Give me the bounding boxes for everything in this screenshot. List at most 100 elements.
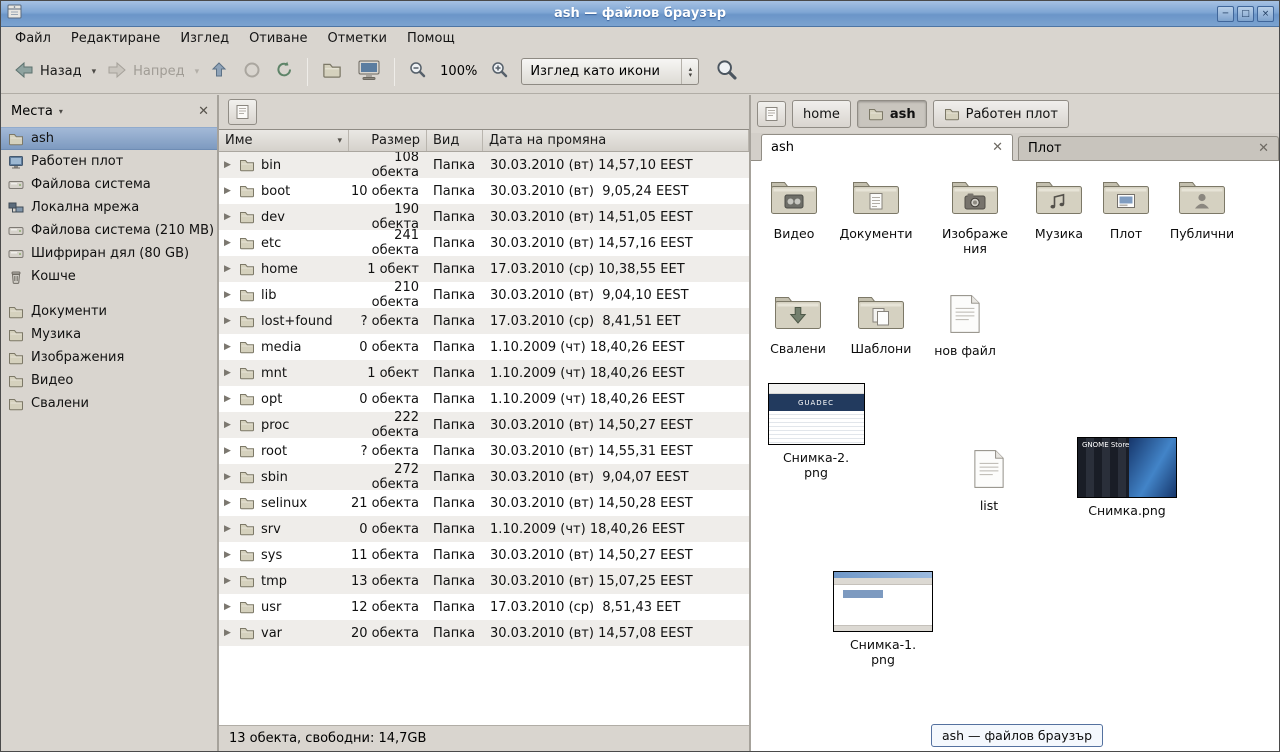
- menu-item[interactable]: Изглед: [170, 29, 239, 48]
- expander-icon[interactable]: ▶: [224, 160, 234, 170]
- table-row[interactable]: ▶tmp13 обектаПапка30.03.2010 (вт) 15,07,…: [219, 568, 749, 594]
- icon-view-item[interactable]: Изображения: [932, 177, 1018, 256]
- close-button[interactable]: ×: [1257, 6, 1274, 22]
- expander-icon[interactable]: ▶: [224, 472, 234, 482]
- expander-icon[interactable]: ▶: [224, 186, 234, 196]
- table-row[interactable]: ▶lost+found? обектаПапка17.03.2010 (ср) …: [219, 308, 749, 334]
- sidebar-item[interactable]: Видео: [1, 369, 217, 392]
- table-row[interactable]: ▶srv0 обектаПапка1.10.2009 (чт) 18,40,26…: [219, 516, 749, 542]
- sidebar-item[interactable]: Файлова система (210 MB): [1, 219, 217, 242]
- sidebar-item[interactable]: Свалени: [1, 392, 217, 415]
- pane-location-button[interactable]: [228, 99, 257, 125]
- expander-icon[interactable]: ▶: [224, 212, 234, 222]
- table-row[interactable]: ▶bin108 обектаПапка30.03.2010 (вт) 14,57…: [219, 152, 749, 178]
- expander-icon[interactable]: ▶: [224, 446, 234, 456]
- menu-item[interactable]: Редактиране: [61, 29, 170, 48]
- icon-view-item[interactable]: Видео: [753, 177, 835, 241]
- column-header[interactable]: Дата на промяна: [483, 130, 749, 151]
- breadcrumb-button[interactable]: ash: [857, 100, 927, 128]
- table-row[interactable]: ▶root? обектаПапка30.03.2010 (вт) 14,55,…: [219, 438, 749, 464]
- places-dropdown-icon[interactable]: ▾: [57, 103, 65, 120]
- icon-view-item[interactable]: list: [954, 449, 1024, 513]
- breadcrumb-button[interactable]: Работен плот: [933, 100, 1069, 128]
- expander-icon[interactable]: ▶: [224, 238, 234, 248]
- tab-close-icon[interactable]: ✕: [1258, 141, 1269, 156]
- breadcrumb-button[interactable]: home: [792, 100, 851, 128]
- back-button[interactable]: Назад: [7, 55, 88, 89]
- sidebar-item[interactable]: Шифриран дял (80 GB): [1, 242, 217, 265]
- sidebar-item[interactable]: Документи: [1, 300, 217, 323]
- table-row[interactable]: ▶home1 обектПапка17.03.2010 (ср) 10,38,5…: [219, 256, 749, 282]
- expander-icon[interactable]: ▶: [224, 264, 234, 274]
- forward-button[interactable]: Напред: [100, 55, 190, 89]
- expander-icon[interactable]: ▶: [224, 628, 234, 638]
- icon-view-item[interactable]: Плот: [1087, 177, 1165, 241]
- zoom-out-button[interactable]: [402, 55, 433, 89]
- column-header[interactable]: Име▾: [219, 130, 349, 151]
- table-row[interactable]: ▶sys11 обектаПапка30.03.2010 (вт) 14,50,…: [219, 542, 749, 568]
- reload-button[interactable]: [269, 55, 300, 89]
- computer-button[interactable]: [351, 55, 387, 89]
- icon-view-item[interactable]: Свалени: [757, 292, 839, 356]
- expander-icon[interactable]: ▶: [224, 524, 234, 534]
- expander-icon[interactable]: ▶: [224, 498, 234, 508]
- table-row[interactable]: ▶lib210 обектаПапка30.03.2010 (вт) 9,04,…: [219, 282, 749, 308]
- expander-icon[interactable]: ▶: [224, 394, 234, 404]
- expander-icon[interactable]: ▶: [224, 290, 234, 300]
- expander-icon[interactable]: ▶: [224, 602, 234, 612]
- sidebar-item[interactable]: Музика: [1, 323, 217, 346]
- home-button[interactable]: [315, 55, 349, 89]
- icon-view-item[interactable]: GNOME StoreСнимка.png: [1071, 437, 1183, 518]
- places-close-button[interactable]: ✕: [198, 104, 209, 119]
- expander-icon[interactable]: ▶: [224, 420, 234, 430]
- sidebar-item[interactable]: Изображения: [1, 346, 217, 369]
- titlebar[interactable]: ash — файлов браузър ─ □ ×: [1, 1, 1279, 27]
- sidebar-item[interactable]: Локална мрежа: [1, 196, 217, 219]
- menu-item[interactable]: Отиване: [239, 29, 317, 48]
- icon-view-item[interactable]: GUADECСнимка-2.png: [766, 383, 866, 480]
- sidebar-item[interactable]: Работен плот: [1, 150, 217, 173]
- icon-view-item[interactable]: Документи: [835, 177, 917, 241]
- expander-icon[interactable]: ▶: [224, 576, 234, 586]
- view-mode-select[interactable]: Изглед като икони ▴▾: [521, 58, 699, 85]
- table-row[interactable]: ▶etc241 обектаПапка30.03.2010 (вт) 14,57…: [219, 230, 749, 256]
- zoom-in-button[interactable]: [484, 55, 515, 89]
- table-row[interactable]: ▶sbin272 обектаПапка30.03.2010 (вт) 9,04…: [219, 464, 749, 490]
- table-row[interactable]: ▶usr12 обектаПапка17.03.2010 (ср) 8,51,4…: [219, 594, 749, 620]
- expander-icon[interactable]: ▶: [224, 342, 234, 352]
- sidebar-item[interactable]: ash: [1, 127, 217, 150]
- table-row[interactable]: ▶proc222 обектаПапка30.03.2010 (вт) 14,5…: [219, 412, 749, 438]
- pathbar-pane-button[interactable]: [757, 101, 786, 127]
- table-row[interactable]: ▶media0 обектаПапка1.10.2009 (чт) 18,40,…: [219, 334, 749, 360]
- tab[interactable]: ash✕: [761, 134, 1013, 161]
- table-row[interactable]: ▶mnt1 обектПапка1.10.2009 (чт) 18,40,26 …: [219, 360, 749, 386]
- menu-item[interactable]: Помощ: [397, 29, 465, 48]
- minimize-button[interactable]: ─: [1217, 6, 1234, 22]
- table-row[interactable]: ▶boot10 обектаПапка30.03.2010 (вт) 9,05,…: [219, 178, 749, 204]
- forward-dropdown[interactable]: ▾: [193, 55, 202, 89]
- table-row[interactable]: ▶var20 обектаПапка30.03.2010 (вт) 14,57,…: [219, 620, 749, 646]
- table-row[interactable]: ▶dev190 обектаПапка30.03.2010 (вт) 14,51…: [219, 204, 749, 230]
- tab-close-icon[interactable]: ✕: [992, 140, 1003, 155]
- table-row[interactable]: ▶opt0 обектаПапка1.10.2009 (чт) 18,40,26…: [219, 386, 749, 412]
- menu-item[interactable]: Файл: [5, 29, 61, 48]
- expander-icon[interactable]: ▶: [224, 368, 234, 378]
- icon-view-item[interactable]: нов файл: [924, 294, 1006, 358]
- maximize-button[interactable]: □: [1237, 6, 1254, 22]
- column-header[interactable]: Вид: [427, 130, 483, 151]
- icon-view-item[interactable]: Публични: [1159, 177, 1245, 241]
- expander-icon[interactable]: ▶: [224, 550, 234, 560]
- column-header[interactable]: Размер: [349, 130, 427, 151]
- tab[interactable]: Плот✕: [1018, 136, 1279, 160]
- table-row[interactable]: ▶selinux21 обектаПапка30.03.2010 (вт) 14…: [219, 490, 749, 516]
- back-dropdown[interactable]: ▾: [90, 55, 99, 89]
- menu-item[interactable]: Отметки: [317, 29, 396, 48]
- icon-view-item[interactable]: Снимка-1.png: [833, 571, 933, 667]
- icon-view-item[interactable]: Шаблони: [840, 292, 922, 356]
- stop-button[interactable]: [237, 55, 267, 89]
- expander-icon[interactable]: ▶: [224, 316, 234, 326]
- search-button[interactable]: [709, 55, 744, 89]
- up-button[interactable]: [203, 55, 235, 89]
- sidebar-item[interactable]: Файлова система: [1, 173, 217, 196]
- sidebar-item[interactable]: Кошче: [1, 265, 217, 288]
